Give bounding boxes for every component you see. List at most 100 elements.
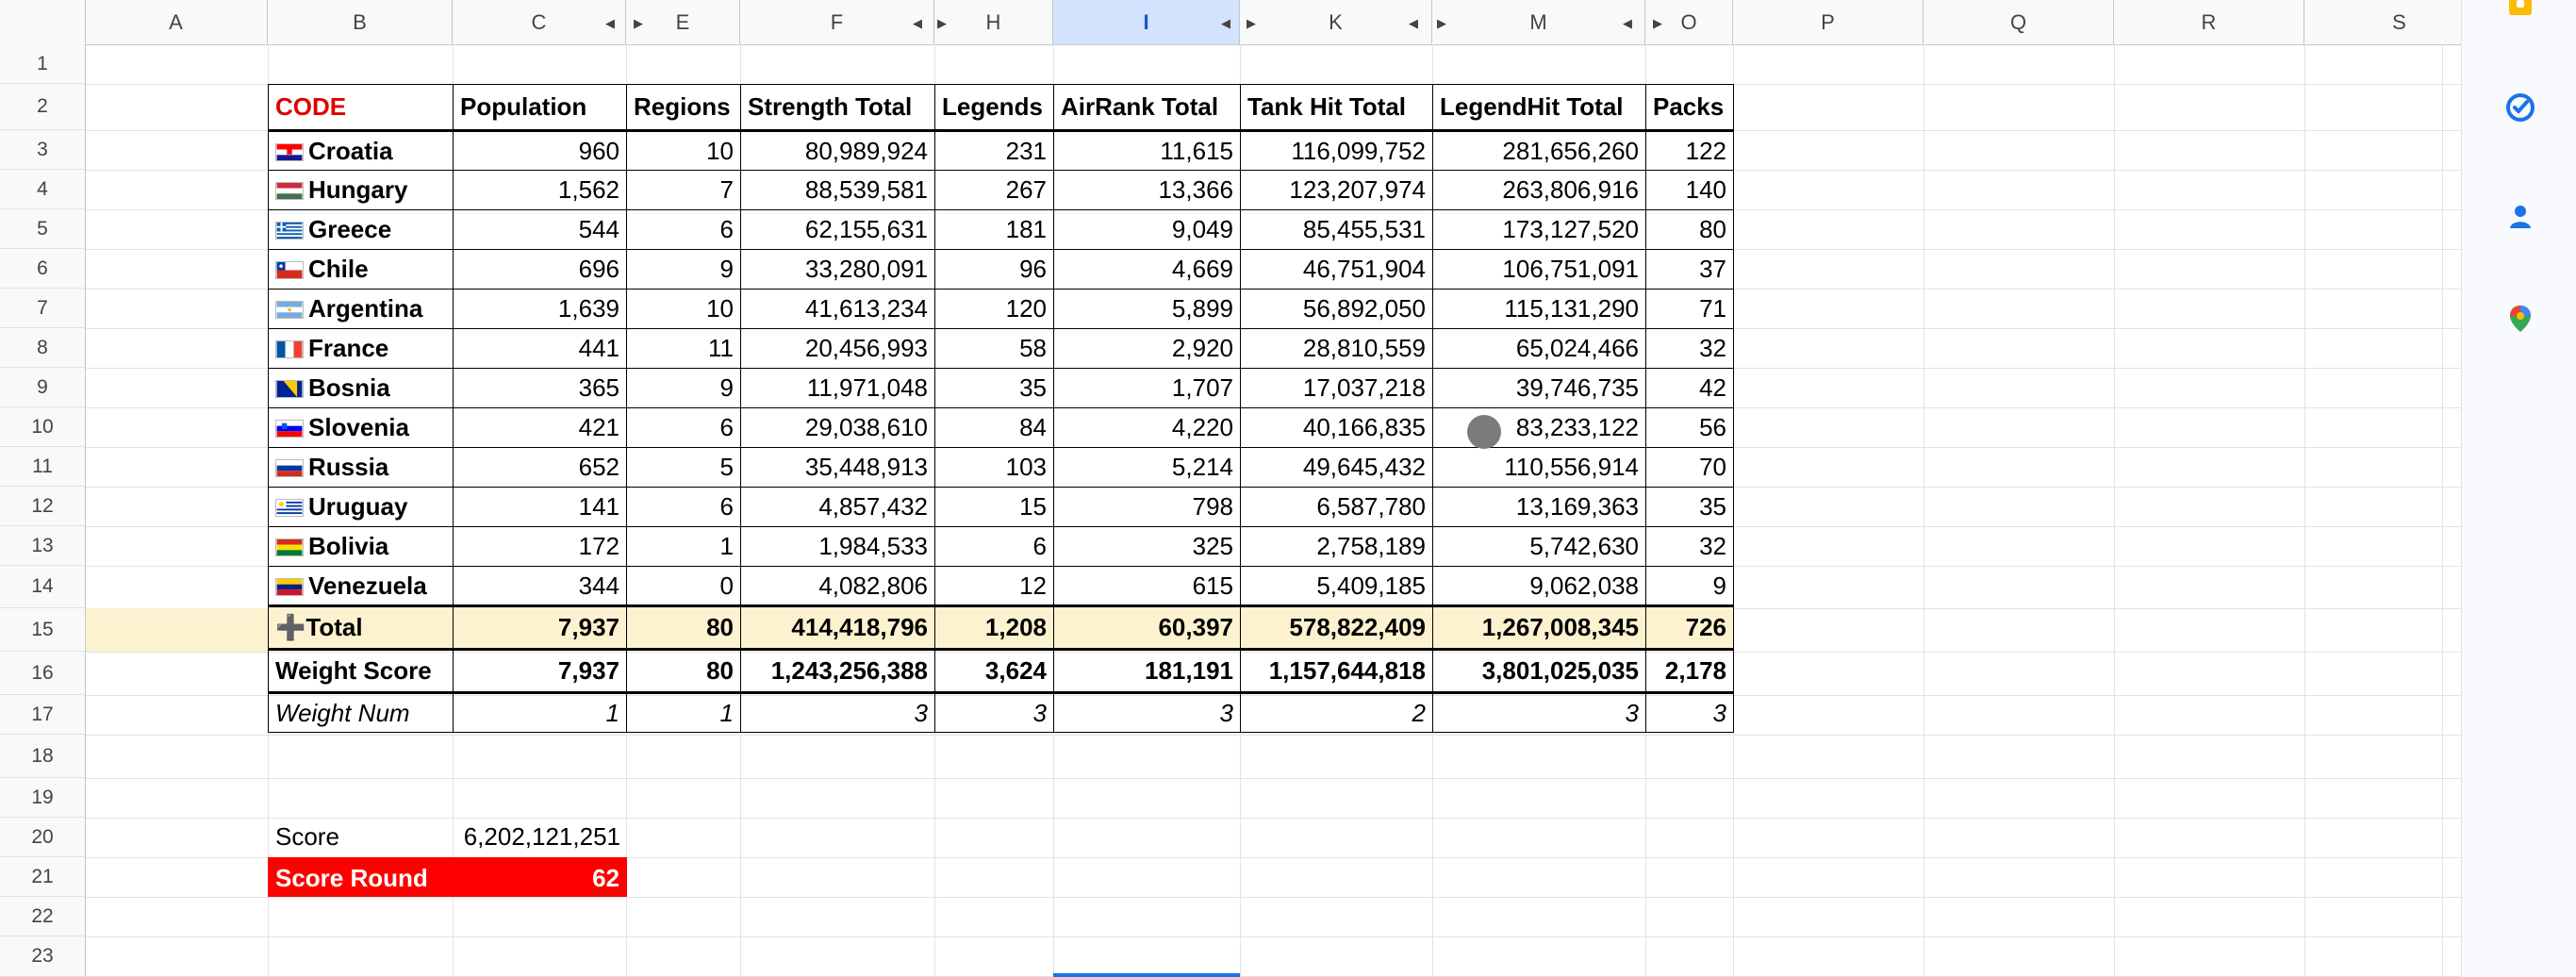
total-label-cell[interactable]: ➕Total: [268, 604, 454, 651]
table-cell[interactable]: 1,707: [1053, 368, 1241, 408]
column-header-a[interactable]: A: [85, 0, 268, 44]
hidden-columns-right-arrow-icon[interactable]: ▶: [1437, 16, 1446, 31]
column-header-s[interactable]: S: [2304, 0, 2461, 44]
table-cell[interactable]: 1,243,256,388: [740, 649, 935, 694]
column-header-q[interactable]: Q: [1924, 0, 2114, 44]
table-cell[interactable]: 263,806,916: [1432, 170, 1646, 210]
table-cell[interactable]: 1,984,533: [740, 526, 935, 567]
hidden-columns-left-arrow-icon[interactable]: ◀: [1221, 16, 1230, 31]
table-cell[interactable]: 140: [1645, 170, 1734, 210]
column-header-k[interactable]: K: [1240, 0, 1432, 44]
table-cell[interactable]: 615: [1053, 566, 1241, 606]
column-header-b[interactable]: B: [268, 0, 453, 44]
score-round-cell[interactable]: Score Round 62: [268, 857, 627, 897]
table-cell[interactable]: 13,169,363: [1432, 487, 1646, 527]
table-cell[interactable]: 35,448,913: [740, 447, 935, 488]
select-all-corner[interactable]: [0, 0, 86, 44]
table-cell[interactable]: 9: [626, 368, 741, 408]
header-legends[interactable]: Legends: [934, 84, 1054, 132]
row-header[interactable]: 2: [0, 84, 85, 130]
table-cell[interactable]: 726: [1645, 604, 1734, 651]
table-cell[interactable]: 365: [453, 368, 627, 408]
column-header-i[interactable]: I: [1053, 0, 1240, 44]
column-header-c[interactable]: C: [453, 0, 626, 44]
table-cell[interactable]: 9,062,038: [1432, 566, 1646, 606]
table-cell[interactable]: 62,155,631: [740, 209, 935, 250]
table-cell[interactable]: 3: [1432, 692, 1646, 733]
table-cell[interactable]: 60,397: [1053, 604, 1241, 651]
country-name-cell[interactable]: Hungary: [268, 170, 454, 210]
table-cell[interactable]: 7: [626, 170, 741, 210]
table-cell[interactable]: 1,562: [453, 170, 627, 210]
row-header[interactable]: 23: [0, 936, 85, 977]
tasks-icon[interactable]: [2505, 92, 2535, 123]
column-header-m[interactable]: M: [1432, 0, 1645, 44]
table-cell[interactable]: 325: [1053, 526, 1241, 567]
table-cell[interactable]: 544: [453, 209, 627, 250]
row-header[interactable]: 5: [0, 209, 85, 249]
table-cell[interactable]: 6: [626, 407, 741, 448]
table-cell[interactable]: 652: [453, 447, 627, 488]
column-header-e[interactable]: E: [626, 0, 740, 44]
table-cell[interactable]: 49,645,432: [1240, 447, 1433, 488]
table-cell[interactable]: 6,587,780: [1240, 487, 1433, 527]
table-cell[interactable]: 281,656,260: [1432, 130, 1646, 171]
table-cell[interactable]: 9: [626, 249, 741, 290]
table-cell[interactable]: 10: [626, 130, 741, 171]
table-cell[interactable]: 115,131,290: [1432, 289, 1646, 329]
row-header[interactable]: 14: [0, 566, 85, 608]
table-cell[interactable]: 441: [453, 328, 627, 369]
hidden-columns-right-arrow-icon[interactable]: ▶: [1653, 16, 1662, 31]
table-cell[interactable]: 1: [626, 692, 741, 733]
table-cell[interactable]: 231: [934, 130, 1054, 171]
table-cell[interactable]: 5,214: [1053, 447, 1241, 488]
table-cell[interactable]: 96: [934, 249, 1054, 290]
country-name-cell[interactable]: Slovenia: [268, 407, 454, 448]
table-cell[interactable]: 3,624: [934, 649, 1054, 694]
row-header[interactable]: 16: [0, 652, 85, 695]
table-cell[interactable]: 56,892,050: [1240, 289, 1433, 329]
table-cell[interactable]: 65,024,466: [1432, 328, 1646, 369]
header-population[interactable]: Population: [453, 84, 627, 132]
table-cell[interactable]: 4,220: [1053, 407, 1241, 448]
table-cell[interactable]: 344: [453, 566, 627, 606]
table-cell[interactable]: 37: [1645, 249, 1734, 290]
table-cell[interactable]: 9,049: [1053, 209, 1241, 250]
table-cell[interactable]: 83,233,122: [1432, 407, 1646, 448]
row-header[interactable]: 10: [0, 407, 85, 447]
table-cell[interactable]: 4,857,432: [740, 487, 935, 527]
hidden-columns-right-arrow-icon[interactable]: ▶: [937, 16, 947, 31]
header-code[interactable]: CODE: [268, 84, 454, 132]
table-cell[interactable]: 11,971,048: [740, 368, 935, 408]
country-name-cell[interactable]: Chile: [268, 249, 454, 290]
header-regions[interactable]: Regions: [626, 84, 741, 132]
table-cell[interactable]: 3: [1645, 692, 1734, 733]
table-cell[interactable]: 173,127,520: [1432, 209, 1646, 250]
row-header[interactable]: 18: [0, 735, 85, 778]
header-strength-total[interactable]: Strength Total: [740, 84, 935, 132]
table-cell[interactable]: 4,669: [1053, 249, 1241, 290]
table-cell[interactable]: 32: [1645, 526, 1734, 567]
row-header[interactable]: 12: [0, 487, 85, 526]
table-cell[interactable]: 421: [453, 407, 627, 448]
table-cell[interactable]: 46,751,904: [1240, 249, 1433, 290]
table-cell[interactable]: 1,639: [453, 289, 627, 329]
score-value[interactable]: 6,202,121,251: [453, 822, 620, 852]
table-cell[interactable]: 181,191: [1053, 649, 1241, 694]
table-cell[interactable]: 110,556,914: [1432, 447, 1646, 488]
header-packs[interactable]: Packs: [1645, 84, 1734, 132]
table-cell[interactable]: 70: [1645, 447, 1734, 488]
table-cell[interactable]: 3,801,025,035: [1432, 649, 1646, 694]
column-header-p[interactable]: P: [1733, 0, 1924, 44]
table-cell[interactable]: 88,539,581: [740, 170, 935, 210]
table-cell[interactable]: 11: [626, 328, 741, 369]
hidden-columns-left-arrow-icon[interactable]: ◀: [1409, 16, 1418, 31]
table-cell[interactable]: 3: [740, 692, 935, 733]
row-header[interactable]: 20: [0, 818, 85, 857]
row-header[interactable]: 9: [0, 368, 85, 407]
table-cell[interactable]: 9: [1645, 566, 1734, 606]
table-cell[interactable]: 116,099,752: [1240, 130, 1433, 171]
table-cell[interactable]: 56: [1645, 407, 1734, 448]
table-cell[interactable]: 17,037,218: [1240, 368, 1433, 408]
row-header[interactable]: 13: [0, 526, 85, 566]
